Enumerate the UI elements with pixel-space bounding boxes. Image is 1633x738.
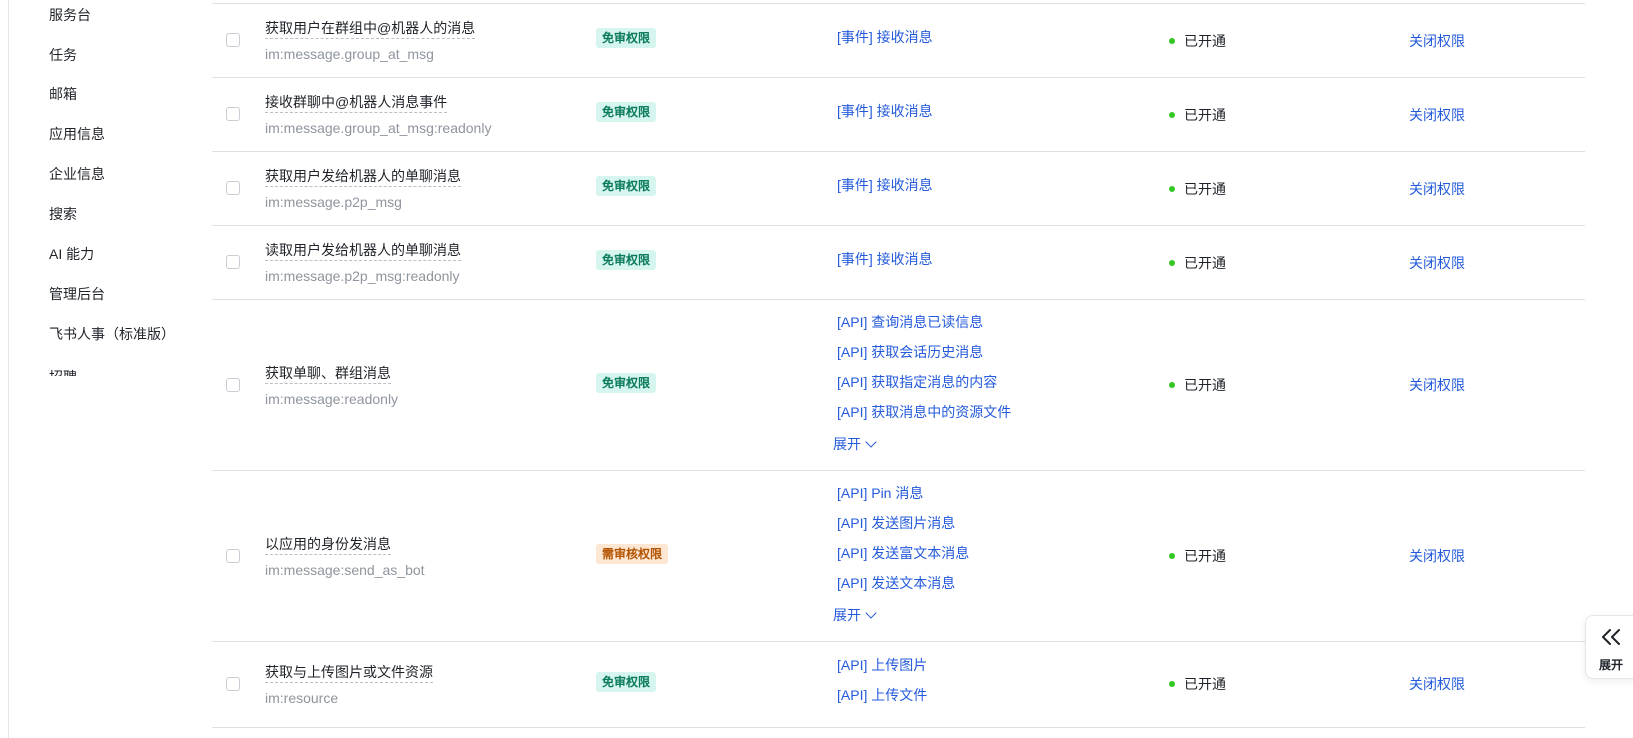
row-checkbox[interactable]	[226, 549, 240, 563]
status-badge: 已开通	[1169, 375, 1226, 395]
permission-code: im:message:send_as_bot	[265, 562, 425, 578]
permission-tag: 免审权限	[596, 373, 657, 393]
expand-apis-button[interactable]: 展开	[833, 434, 877, 454]
status-dot-icon	[1169, 260, 1175, 266]
expand-apis-button[interactable]: 展开	[833, 605, 877, 625]
permission-tag: 免审权限	[596, 28, 657, 48]
status-dot-icon	[1169, 382, 1175, 388]
status-dot-icon	[1169, 38, 1175, 44]
sidebar-item-app-info[interactable]: 应用信息	[49, 124, 105, 144]
sidebar-item-recruiting[interactable]: 招聘	[49, 367, 77, 376]
table-row: 读取用户发给机器人的单聊消息 im:message.p2p_msg:readon…	[212, 226, 1585, 300]
close-permission-link[interactable]: 关闭权限	[1409, 179, 1465, 199]
permission-tag: 免审权限	[596, 672, 657, 692]
api-link[interactable]: [API] 发送图片消息	[837, 513, 955, 533]
api-link[interactable]: [事件] 接收消息	[837, 249, 933, 269]
close-permission-link[interactable]: 关闭权限	[1409, 375, 1465, 395]
sidebar-item-company-info[interactable]: 企业信息	[49, 164, 105, 184]
table-row: 获取与上传图片或文件资源 im:resource 免审权限 [API] 上传图片…	[212, 642, 1585, 728]
permission-code: im:message.group_at_msg	[265, 46, 434, 62]
sidebar-item-service-desk[interactable]: 服务台	[49, 5, 91, 25]
expand-panel-label: 展开	[1599, 658, 1624, 672]
row-checkbox[interactable]	[226, 677, 240, 691]
table-row: 获取单聊、群组消息 im:message:readonly 免审权限 [API]…	[212, 300, 1585, 471]
permission-code: im:message:readonly	[265, 391, 399, 407]
status-text: 已开通	[1184, 255, 1226, 271]
table-row: 获取用户发给机器人的单聊消息 im:message.p2p_msg 免审权限 […	[212, 152, 1585, 226]
api-link[interactable]: [API] Pin 消息	[837, 483, 923, 503]
status-text: 已开通	[1184, 676, 1226, 692]
status-dot-icon	[1169, 681, 1175, 687]
close-permission-link[interactable]: 关闭权限	[1409, 674, 1465, 694]
chevron-down-icon	[865, 436, 877, 448]
permission-tag: 需审核权限	[596, 544, 669, 564]
api-link[interactable]: [API] 发送富文本消息	[837, 543, 969, 563]
sidebar-item-feishu-hr[interactable]: 飞书人事（标准版）	[49, 324, 175, 344]
close-permission-link[interactable]: 关闭权限	[1409, 31, 1465, 51]
status-text: 已开通	[1184, 33, 1226, 49]
api-link[interactable]: [事件] 接收消息	[837, 101, 933, 121]
sidebar-nav: 服务台 任务 邮箱 应用信息 企业信息 搜索 AI 能力 管理后台 飞书人事（标…	[9, 0, 199, 738]
status-dot-icon	[1169, 186, 1175, 192]
permission-tag: 免审权限	[596, 102, 657, 122]
sidebar-item-tasks[interactable]: 任务	[49, 45, 77, 65]
expand-label: 展开	[833, 607, 861, 623]
permission-code: im:message.p2p_msg	[265, 194, 402, 210]
row-checkbox[interactable]	[226, 255, 240, 269]
row-checkbox[interactable]	[226, 378, 240, 392]
permission-code: im:message.group_at_msg:readonly	[265, 120, 492, 136]
permission-code: im:message.p2p_msg:readonly	[265, 268, 460, 284]
status-badge: 已开通	[1169, 31, 1226, 51]
permission-name: 获取用户在群组中@机器人的消息	[265, 18, 476, 39]
sidebar-item-mail[interactable]: 邮箱	[49, 84, 77, 104]
sidebar-item-ai[interactable]: AI 能力	[49, 244, 94, 264]
close-permission-link[interactable]: 关闭权限	[1409, 253, 1465, 273]
sidebar-clip: 招聘	[9, 364, 199, 376]
api-link[interactable]: [API] 查询消息已读信息	[837, 312, 983, 332]
status-badge: 已开通	[1169, 546, 1226, 566]
status-badge: 已开通	[1169, 179, 1226, 199]
api-link[interactable]: [事件] 接收消息	[837, 27, 933, 47]
double-chevron-left-icon	[1602, 629, 1620, 645]
permission-tag: 免审权限	[596, 176, 657, 196]
api-link[interactable]: [API] 获取会话历史消息	[837, 342, 983, 362]
status-dot-icon	[1169, 553, 1175, 559]
api-link[interactable]: [事件] 接收消息	[837, 175, 933, 195]
permission-name: 获取单聊、群组消息	[265, 363, 391, 384]
api-link[interactable]: [API] 上传文件	[837, 685, 927, 705]
sidebar-item-search[interactable]: 搜索	[49, 204, 77, 224]
status-badge: 已开通	[1169, 253, 1226, 273]
row-checkbox[interactable]	[226, 33, 240, 47]
expand-label: 展开	[833, 436, 861, 452]
status-text: 已开通	[1184, 377, 1226, 393]
permission-name: 获取与上传图片或文件资源	[265, 662, 433, 683]
permission-name: 获取用户发给机器人的单聊消息	[265, 166, 461, 187]
status-text: 已开通	[1184, 181, 1226, 197]
api-link[interactable]: [API] 获取消息中的资源文件	[837, 402, 1011, 422]
permission-name: 以应用的身份发消息	[265, 534, 391, 555]
api-link[interactable]: [API] 获取指定消息的内容	[837, 372, 997, 392]
expand-panel-button[interactable]: 展开	[1585, 615, 1633, 679]
status-text: 已开通	[1184, 548, 1226, 564]
close-permission-link[interactable]: 关闭权限	[1409, 546, 1465, 566]
sidebar-item-admin[interactable]: 管理后台	[49, 284, 105, 304]
table-row: 获取用户在群组中@机器人的消息 im:message.group_at_msg …	[212, 4, 1585, 78]
chevron-down-icon	[865, 607, 877, 619]
permission-code: im:resource	[265, 690, 339, 706]
permission-tag: 免审权限	[596, 250, 657, 270]
status-text: 已开通	[1184, 107, 1226, 123]
row-checkbox[interactable]	[226, 107, 240, 121]
table-row: 接收群聊中@机器人消息事件 im:message.group_at_msg:re…	[212, 78, 1585, 152]
api-link[interactable]: [API] 上传图片	[837, 655, 927, 675]
table-row: 以应用的身份发消息 im:message:send_as_bot 需审核权限 […	[212, 471, 1585, 642]
api-link[interactable]: [API] 发送文本消息	[837, 573, 955, 593]
permission-name: 读取用户发给机器人的单聊消息	[265, 240, 461, 261]
status-badge: 已开通	[1169, 674, 1226, 694]
status-badge: 已开通	[1169, 105, 1226, 125]
close-permission-link[interactable]: 关闭权限	[1409, 105, 1465, 125]
status-dot-icon	[1169, 112, 1175, 118]
row-checkbox[interactable]	[226, 181, 240, 195]
permission-name: 接收群聊中@机器人消息事件	[265, 92, 448, 113]
